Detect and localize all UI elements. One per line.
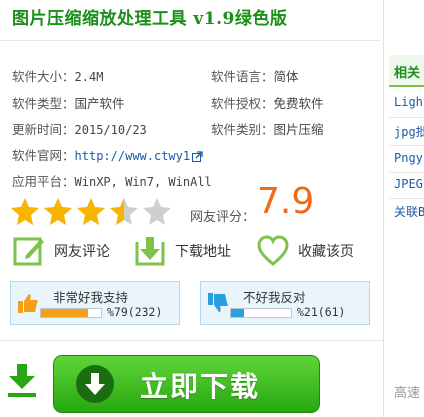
star-icon bbox=[77, 198, 105, 225]
size-value: 2.4M bbox=[74, 70, 104, 84]
related-item[interactable]: jpg批 bbox=[394, 123, 424, 140]
star-icon bbox=[44, 198, 72, 225]
oppose-vote[interactable]: 不好我反对 %21(61) bbox=[200, 281, 370, 325]
download-arrow-icon bbox=[8, 364, 36, 397]
related-item[interactable]: Pngy bbox=[394, 151, 423, 165]
related-item[interactable]: JPEG bbox=[394, 177, 423, 191]
support-bar bbox=[40, 308, 102, 318]
category-row: 软件类别：图片压缩 bbox=[211, 119, 324, 138]
related-divider bbox=[389, 198, 424, 199]
support-vote[interactable]: 非常好我支持 %79(232) bbox=[10, 281, 180, 325]
page-title: 图片压缩缩放处理工具 v1.9绿色版 bbox=[12, 9, 288, 29]
oppose-bar-fill bbox=[231, 309, 244, 317]
updated-label: 更新时间： bbox=[12, 122, 75, 137]
sidebar-bottom-text: 高速 bbox=[394, 386, 421, 401]
download-circle-icon bbox=[76, 365, 114, 403]
related-heading-text: 相关 bbox=[394, 66, 421, 81]
platform-label: 应用平台： bbox=[12, 174, 75, 189]
download-box-icon bbox=[135, 237, 165, 266]
website-label: 软件官网： bbox=[12, 148, 75, 163]
star-icon bbox=[11, 198, 39, 225]
favorite-label: 收藏该页 bbox=[298, 244, 354, 260]
related-item[interactable]: Light bbox=[394, 95, 424, 109]
support-label: 非常好我支持 bbox=[53, 290, 129, 305]
category-value: 图片压缩 bbox=[273, 122, 324, 137]
website-row: 软件官网：http://www.ctwy1 bbox=[12, 145, 203, 164]
favorite-button[interactable]: 收藏该页 bbox=[256, 234, 354, 268]
star-icon bbox=[143, 198, 171, 225]
updated-value: 2015/10/23 bbox=[74, 123, 147, 137]
download-address-label: 下载地址 bbox=[175, 244, 231, 260]
support-count: %79(232) bbox=[107, 305, 163, 319]
related-divider bbox=[389, 145, 424, 146]
related-divider bbox=[389, 117, 424, 118]
review-button[interactable]: 网友评论 bbox=[12, 234, 110, 268]
section-divider bbox=[0, 340, 383, 341]
title-divider bbox=[0, 40, 380, 41]
oppose-count: %21(61) bbox=[297, 305, 346, 319]
thumbs-up-icon bbox=[18, 294, 38, 313]
type-value: 国产软件 bbox=[74, 96, 125, 111]
size-label: 软件大小： bbox=[12, 69, 75, 84]
platform-row: 应用平台：WinXP, Win7, WinAll bbox=[12, 171, 212, 190]
related-heading: 相关 bbox=[389, 55, 424, 87]
external-link-icon bbox=[192, 151, 203, 162]
download-address-button[interactable]: 下载地址 bbox=[133, 234, 231, 268]
support-bar-fill bbox=[41, 309, 89, 317]
oppose-label: 不好我反对 bbox=[243, 290, 306, 305]
platform-value: WinXP, Win7, WinAll bbox=[74, 175, 212, 189]
license-value: 免费软件 bbox=[273, 96, 324, 111]
type-label: 软件类型： bbox=[12, 96, 75, 111]
score-value: 7.9 bbox=[257, 181, 315, 222]
license-row: 软件授权：免费软件 bbox=[211, 93, 324, 112]
language-value: 简体 bbox=[273, 69, 299, 84]
column-divider bbox=[383, 0, 384, 417]
download-now-button[interactable]: 立即下载 bbox=[53, 355, 320, 413]
download-now-label: 立即下载 bbox=[140, 370, 261, 403]
language-label: 软件语言： bbox=[211, 69, 274, 84]
type-row: 软件类型：国产软件 bbox=[12, 93, 125, 112]
oppose-bar bbox=[230, 308, 292, 318]
website-link[interactable]: http://www.ctwy1 bbox=[75, 149, 191, 163]
size-row: 软件大小：2.4M bbox=[12, 66, 103, 85]
score-label: 网友评分： bbox=[190, 210, 256, 225]
thumbs-down-icon bbox=[208, 293, 228, 312]
category-label: 软件类别： bbox=[211, 122, 274, 137]
license-label: 软件授权： bbox=[211, 96, 274, 111]
review-label: 网友评论 bbox=[54, 244, 110, 260]
heart-icon bbox=[257, 235, 289, 266]
language-row: 软件语言：简体 bbox=[211, 66, 299, 85]
updated-row: 更新时间：2015/10/23 bbox=[12, 119, 147, 138]
related-item[interactable]: 关联B bbox=[394, 203, 424, 220]
arrow-down-icon bbox=[85, 373, 105, 395]
star-rating bbox=[10, 196, 172, 226]
edit-icon bbox=[13, 237, 44, 266]
star-icon bbox=[110, 198, 138, 225]
related-divider bbox=[389, 172, 424, 173]
